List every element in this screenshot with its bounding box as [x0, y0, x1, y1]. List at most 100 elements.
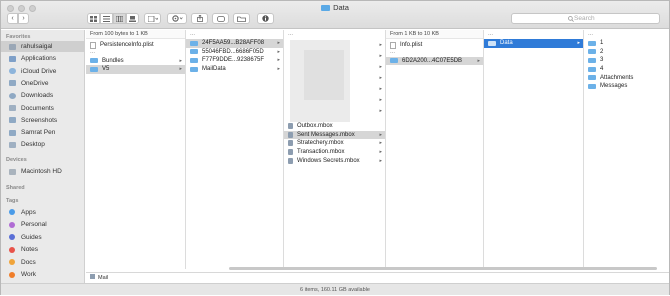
sidebar-tag-work[interactable]: Work — [1, 269, 85, 280]
tag-button[interactable] — [212, 13, 229, 24]
path-item-mail[interactable]: Mail — [98, 275, 108, 281]
search-input[interactable]: Search — [511, 13, 660, 24]
disk-icon — [9, 168, 16, 175]
mailbox-windows-secrets[interactable]: Windows Secrets.mbox ▸ — [284, 156, 385, 165]
group-button[interactable] — [144, 13, 161, 24]
chevron-right-icon: ▸ — [379, 131, 382, 138]
sidebar-item-screenshots[interactable]: Screenshots — [1, 115, 85, 126]
folder-bundles[interactable]: Bundles ▸ — [86, 57, 185, 66]
folder-messages[interactable]: Messages — [584, 82, 669, 91]
folder-icon — [90, 66, 98, 72]
chevron-right-icon: ▸ — [379, 86, 382, 92]
sidebar-tag-guides[interactable]: Guides — [1, 232, 85, 243]
mailbox-outbox[interactable]: Outbox.mbox — [284, 122, 385, 131]
browser-column-3: ... ▸ ▸ ▸ ▸ ▸ ▸ ▸ Outbox.mbox Sent Messa… — [284, 30, 386, 269]
folder-data[interactable]: Data ▸ — [484, 39, 583, 48]
download-icon — [9, 92, 16, 99]
mailbox-sent-messages[interactable]: Sent Messages.mbox ▸ — [284, 130, 385, 140]
file-persistenceinfo-plist[interactable]: PersistenceInfo.plist — [86, 41, 185, 50]
folder-6d2a200[interactable]: 6D2A200...4C07E5DB ▸ — [386, 56, 483, 66]
new-folder-button[interactable] — [233, 13, 250, 24]
folder-24f5aa59[interactable]: 24F5AA59...B28AFF08 ▸ — [186, 39, 283, 48]
mailbox-transaction[interactable]: Transaction.mbox ▸ — [284, 148, 385, 157]
sidebar-item-rahulsaigal[interactable]: rahulsaigal — [1, 41, 85, 52]
more-items-ellipsis: ... — [90, 48, 96, 55]
browser-column-1: From 100 bytes to 1 KB PersistenceInfo.p… — [86, 30, 186, 269]
gear-icon — [171, 15, 183, 22]
sidebar-item-desktop[interactable]: Desktop — [1, 139, 85, 150]
folder-icon — [90, 58, 98, 64]
folder-3[interactable]: 3 — [584, 56, 669, 65]
document-icon — [90, 41, 96, 49]
gallery-view-button[interactable] — [126, 13, 139, 24]
tag-dot-icon — [9, 221, 15, 228]
folder-icon — [237, 16, 246, 22]
more-items-ellipsis: ... — [288, 31, 294, 37]
search-icon — [568, 16, 574, 22]
action-button[interactable] — [167, 13, 187, 24]
sidebar-tag-notes[interactable]: Notes — [1, 244, 85, 255]
chevron-right-icon: ▸ — [379, 149, 382, 156]
tag-dot-icon — [9, 234, 15, 240]
chevron-right-icon: ▸ — [379, 140, 382, 147]
folder-icon — [190, 40, 198, 46]
blurred-region — [304, 50, 344, 100]
sidebar-item-onedrive[interactable]: OneDrive — [1, 78, 85, 89]
more-items-ellipsis: ... — [390, 48, 396, 55]
group-icon — [147, 15, 158, 22]
column-view-icon — [116, 15, 123, 22]
folder-icon — [9, 117, 16, 124]
sidebar-item-downloads[interactable]: Downloads — [1, 90, 85, 101]
get-info-button[interactable] — [257, 13, 274, 24]
folder-55046fbd[interactable]: 55046FBD...6686F05D ▸ — [186, 48, 283, 57]
horizontal-scrollbar[interactable] — [229, 267, 657, 270]
mailbox-stratechery[interactable]: Stratechery.mbox ▸ — [284, 139, 385, 148]
document-icon — [390, 41, 396, 49]
folder-4[interactable]: 4 — [584, 65, 669, 74]
mailbox-icon — [288, 123, 293, 130]
sidebar-section-shared: Shared — [6, 185, 25, 191]
sidebar-item-documents[interactable]: Documents — [1, 103, 85, 114]
folder-icon — [9, 80, 16, 87]
folder-f77f9dde[interactable]: F77F9DDE...9238675F ▸ — [186, 56, 283, 65]
sidebar-section-favorites: Favorites — [6, 34, 31, 40]
folder-attachments[interactable]: Attachments — [584, 73, 669, 82]
chevron-right-icon: ▸ — [379, 108, 382, 114]
folder-icon — [321, 5, 331, 11]
folder-1[interactable]: 1 — [584, 39, 669, 48]
chevron-right-icon: ▸ — [277, 57, 280, 64]
desktop-icon — [9, 141, 16, 148]
file-info-plist[interactable]: Info.plist — [386, 41, 483, 50]
sidebar-tag-apps[interactable]: Apps — [1, 207, 85, 218]
folder-v5[interactable]: V5 ▸ — [86, 65, 185, 74]
sidebar-tag-docs[interactable]: Docs — [1, 257, 85, 268]
folder-maildata[interactable]: MailData ▸ — [186, 65, 283, 74]
column-group-header: From 1 KB to 10 KB — [386, 30, 483, 39]
chevron-right-icon: ▸ — [379, 75, 382, 81]
sidebar-section-devices: Devices — [6, 157, 27, 163]
folder-icon — [588, 57, 596, 63]
sidebar-item-applications[interactable]: Applications — [1, 53, 85, 64]
icon-view-button[interactable] — [87, 13, 100, 24]
column-view-button[interactable] — [113, 13, 126, 24]
sidebar-tag-personal[interactable]: Personal — [1, 219, 85, 230]
home-icon — [9, 43, 16, 50]
browser-column-6: ... 1 2 3 4 Attachments Messages — [584, 30, 669, 269]
sidebar-item-icloud-drive[interactable]: iCloud Drive — [1, 66, 85, 77]
folder-icon — [9, 129, 16, 136]
back-button[interactable]: ‹ — [7, 13, 18, 24]
sidebar-item-samrat-pen[interactable]: Samrat Pen — [1, 127, 85, 138]
mailbox-icon — [288, 149, 293, 156]
sidebar-item-macintosh-hd[interactable]: Macintosh HD — [1, 166, 85, 177]
folder-2[interactable]: 2 — [584, 48, 669, 57]
chevron-right-icon: ▸ — [277, 40, 280, 47]
more-items-ellipsis: ... — [588, 31, 594, 37]
forward-button[interactable]: › — [18, 13, 29, 24]
list-view-button[interactable] — [100, 13, 113, 24]
chevron-right-icon: ▸ — [477, 57, 480, 64]
share-button[interactable] — [191, 13, 208, 24]
folder-icon — [588, 75, 596, 81]
tag-dot-icon — [9, 271, 15, 278]
chevron-right-icon: ▸ — [379, 53, 382, 59]
icon-view-icon — [90, 15, 97, 22]
